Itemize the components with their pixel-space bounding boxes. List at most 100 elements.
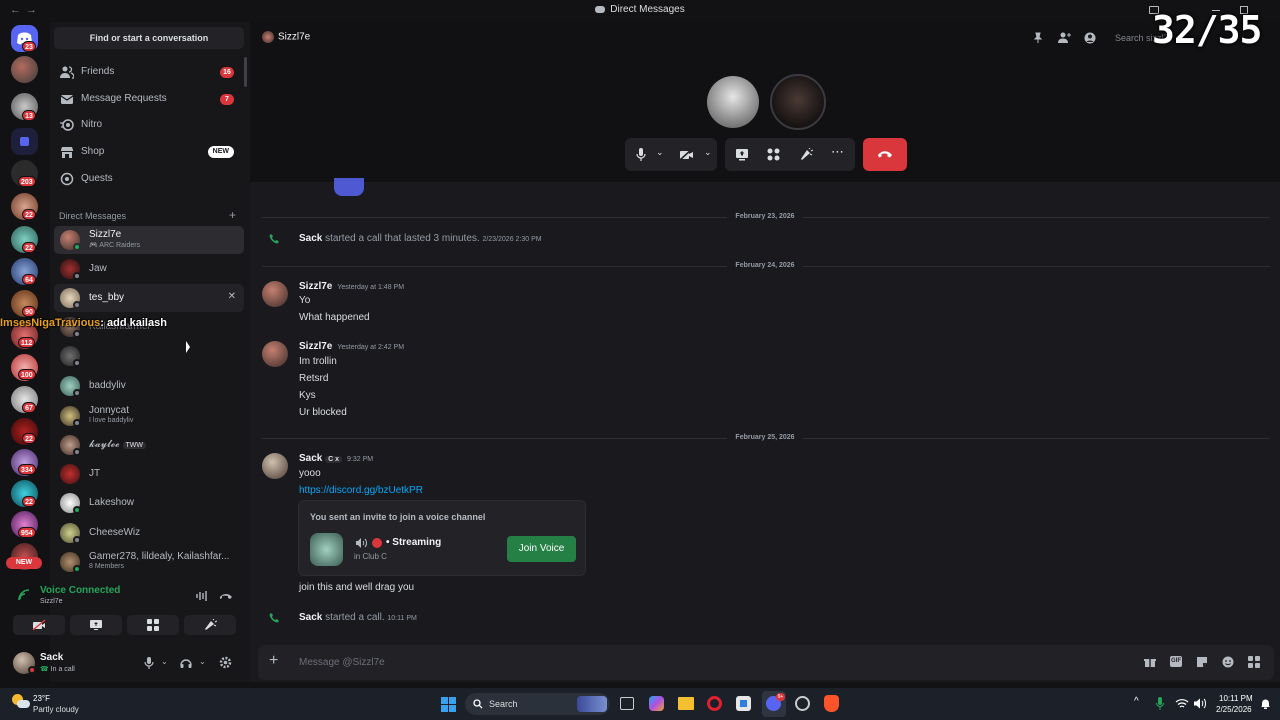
- notification-bell-icon[interactable]: [1260, 698, 1271, 709]
- gift-icon[interactable]: [1144, 656, 1156, 668]
- taskbar-search[interactable]: Search: [465, 693, 610, 715]
- username[interactable]: Sack: [40, 652, 63, 663]
- close-dm-icon[interactable]: ✕: [228, 291, 236, 302]
- voice-channel[interactable]: Sizzl7e: [40, 598, 63, 605]
- sticker-icon[interactable]: [1196, 656, 1208, 668]
- emoji-icon[interactable]: [1222, 656, 1234, 668]
- dm-item-sizzl7e[interactable]: Sizzl7e 🎮 ARC Raiders: [54, 226, 244, 254]
- server-badge: 203: [18, 176, 36, 187]
- nav-message-requests[interactable]: Message Requests 7: [54, 87, 244, 111]
- chevron-down-icon[interactable]: ⌄: [199, 657, 206, 666]
- chevron-down-icon[interactable]: ⌄: [704, 147, 712, 158]
- opera-icon[interactable]: [707, 696, 722, 711]
- message-author[interactable]: Sizzl7e Yesterday at 1:48 PM: [299, 281, 404, 292]
- avatar: [60, 464, 80, 484]
- server-badge: 112: [18, 337, 36, 348]
- user-profile-icon[interactable]: [1084, 32, 1096, 44]
- more-options-icon[interactable]: ⋯: [831, 144, 845, 160]
- camera-off-button[interactable]: [13, 615, 65, 635]
- activities-icon[interactable]: [767, 148, 780, 161]
- dm-item-lakeshow[interactable]: Lakeshow: [54, 489, 244, 517]
- steam-icon[interactable]: [795, 696, 810, 711]
- weather-icon[interactable]: [12, 694, 30, 712]
- clock-time[interactable]: 10:11 PM: [1219, 694, 1253, 703]
- voice-status[interactable]: Voice Connected: [40, 585, 120, 596]
- message-avatar[interactable]: [262, 453, 288, 479]
- nav-quests[interactable]: Quests: [54, 167, 244, 191]
- volume-icon[interactable]: [1193, 698, 1206, 709]
- status-offline-icon: [73, 272, 81, 280]
- create-dm-plus-icon[interactable]: +: [229, 208, 236, 222]
- pin-icon[interactable]: [1032, 32, 1044, 44]
- call-participant-avatar[interactable]: [707, 76, 759, 128]
- server-avatar[interactable]: [11, 56, 38, 83]
- dm-item-kaylee[interactable]: 𝓴𝓪𝔂𝓵𝓮𝓮 TWW: [54, 431, 244, 459]
- server-badge: 22: [22, 242, 36, 253]
- message-input[interactable]: Message @Sizzl7e: [299, 657, 385, 668]
- dm-item-jt[interactable]: JT: [54, 460, 244, 488]
- nav-shop[interactable]: Shop NEW: [54, 140, 244, 164]
- brave-icon[interactable]: [824, 695, 839, 712]
- soundboard-button[interactable]: [184, 615, 236, 635]
- sidebar-scrollbar[interactable]: [244, 57, 247, 87]
- store-icon[interactable]: [736, 696, 751, 711]
- microphone-icon[interactable]: [636, 148, 646, 161]
- noise-suppression-icon[interactable]: [195, 590, 209, 602]
- dm-section-header: Direct Messages: [59, 211, 127, 221]
- call-participant-avatar[interactable]: [770, 74, 826, 130]
- invite-server-name: in Club C: [354, 552, 387, 561]
- dm-item-tes-bby[interactable]: tes_bby ✕: [54, 284, 244, 312]
- dm-item-group[interactable]: Gamer278, lildealy, Kailashfar... 8 Memb…: [54, 548, 244, 576]
- chevron-down-icon[interactable]: ⌄: [656, 147, 664, 158]
- status-offline-icon: [73, 330, 81, 338]
- chevron-down-icon[interactable]: ⌄: [161, 657, 168, 666]
- signal-icon[interactable]: [17, 588, 31, 602]
- message-author[interactable]: Sizzl7e Yesterday at 2:42 PM: [299, 341, 404, 352]
- task-view-icon[interactable]: [620, 697, 634, 710]
- microphone-icon[interactable]: [144, 657, 154, 669]
- discord-logo-icon: [595, 5, 606, 13]
- dm-item-baddyliv[interactable]: baddyliv: [54, 372, 244, 400]
- join-voice-button[interactable]: Join Voice: [507, 536, 576, 562]
- channel-name[interactable]: Sizzl7e: [278, 32, 310, 43]
- message-avatar[interactable]: [262, 341, 288, 367]
- screen-share-icon[interactable]: [735, 148, 749, 161]
- stream-counter: 32/35: [1152, 8, 1262, 52]
- taskbar-discord-active[interactable]: 9+: [762, 691, 786, 717]
- gif-icon[interactable]: GIF: [1170, 656, 1182, 667]
- chevron-up-icon[interactable]: ^: [1134, 696, 1139, 707]
- dm-item-jonnycat[interactable]: Jonnycat I love baddyliv: [54, 402, 244, 430]
- dm-item-jaw[interactable]: Jaw: [54, 255, 244, 283]
- weather-desc[interactable]: Partly cloudy: [33, 705, 79, 714]
- windows-start-icon[interactable]: [441, 697, 456, 712]
- camera-off-icon[interactable]: [679, 148, 694, 161]
- new-pill[interactable]: NEW: [6, 557, 42, 569]
- find-conversation-button[interactable]: Find or start a conversation: [54, 27, 244, 49]
- wifi-icon[interactable]: [1175, 698, 1189, 709]
- screen-share-button[interactable]: [70, 615, 122, 635]
- message-avatar[interactable]: [262, 281, 288, 307]
- add-friends-icon[interactable]: [1058, 32, 1071, 44]
- folder-icon[interactable]: [11, 128, 38, 155]
- gear-icon[interactable]: [219, 656, 232, 669]
- microphone-in-use-icon[interactable]: [1156, 697, 1164, 710]
- dm-activity: 🎮 ARC Raiders: [89, 242, 141, 249]
- apps-icon[interactable]: [1248, 656, 1260, 668]
- clock-date[interactable]: 2/25/2026: [1216, 705, 1252, 714]
- activities-button[interactable]: [127, 615, 179, 635]
- nav-friends[interactable]: Friends 16: [54, 60, 244, 84]
- dm-item-cheesewiz[interactable]: CheeseWiz: [54, 519, 244, 547]
- weather-temp[interactable]: 23°F: [33, 694, 50, 703]
- soundboard-icon[interactable]: [799, 148, 813, 161]
- dm-item-unnamed[interactable]: [54, 342, 244, 370]
- headphones-icon[interactable]: [180, 657, 192, 669]
- dm-name: Sizzl7e: [89, 229, 122, 240]
- message-author[interactable]: Sack C x 9:32 PM: [299, 453, 373, 464]
- invite-link[interactable]: https://discord.gg/bzUetkPR: [299, 485, 423, 496]
- disconnect-icon[interactable]: [219, 590, 233, 602]
- file-explorer-icon[interactable]: [678, 697, 694, 710]
- copilot-icon[interactable]: [649, 696, 664, 711]
- nav-nitro[interactable]: Nitro: [54, 113, 244, 137]
- add-attachment-icon[interactable]: +: [269, 652, 278, 670]
- hang-up-button[interactable]: [863, 138, 907, 171]
